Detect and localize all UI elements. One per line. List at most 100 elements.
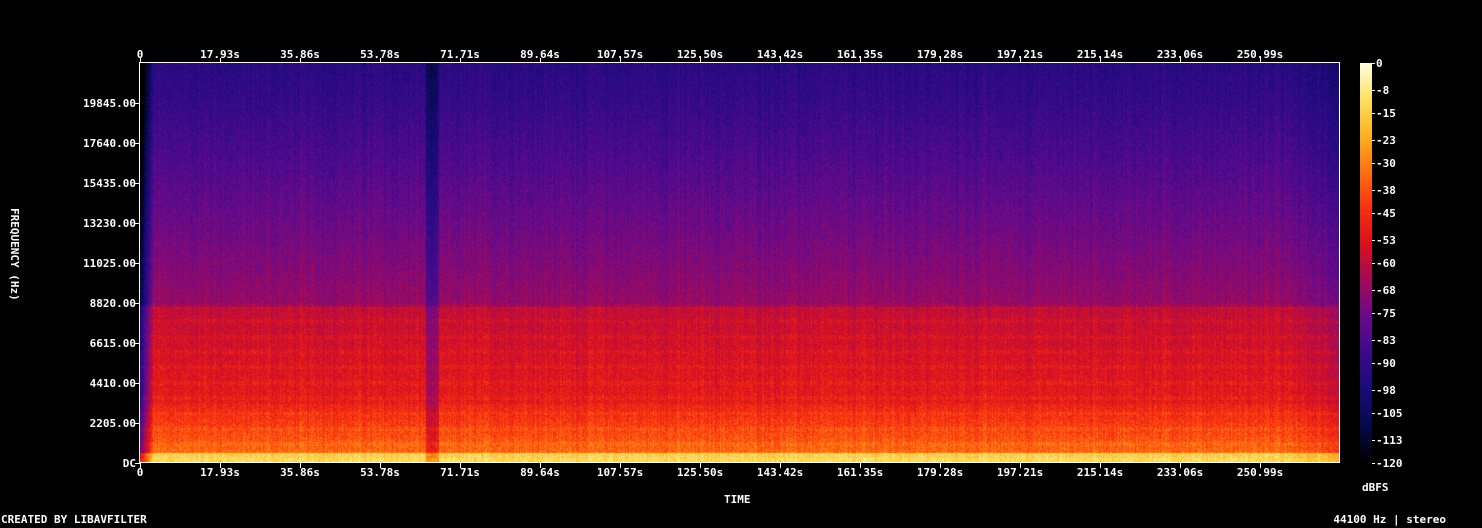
colorbar-tick-mark xyxy=(1372,263,1375,264)
colorbar-tick-mark xyxy=(1372,463,1375,464)
y-tick-label: 11025.00 xyxy=(83,257,136,270)
y-tick-label: 2205.00 xyxy=(89,417,136,430)
x-tick-mark-top xyxy=(540,58,541,63)
x-tick-mark-top xyxy=(220,58,221,63)
y-tick-label: 4410.00 xyxy=(89,377,136,390)
y-tick-label: 17640.00 xyxy=(83,137,136,150)
y-tick-mark xyxy=(135,103,140,104)
colorbar-tick-mark xyxy=(1372,313,1375,314)
colorbar-tick-mark xyxy=(1372,63,1375,64)
x-tick-label-bottom: 161.35s xyxy=(836,466,884,479)
colorbar-tick-label: -113 xyxy=(1376,433,1403,447)
x-tick-label-bottom: 250.99s xyxy=(1236,466,1284,479)
colorbar-tick-label: -68 xyxy=(1376,283,1396,297)
colorbar-tick-mark xyxy=(1372,363,1375,364)
colorbar-tick-label: -83 xyxy=(1376,333,1396,347)
colorbar-tick-label: -60 xyxy=(1376,257,1396,270)
colorbar-tick-mark xyxy=(1372,190,1375,191)
colorbar-tick-mark xyxy=(1372,240,1375,241)
y-tick-mark xyxy=(135,423,140,424)
x-tick-mark-top xyxy=(1020,58,1021,63)
colorbar-tick-mark xyxy=(1372,440,1375,441)
x-tick-mark-top xyxy=(300,58,301,63)
y-tick-label: 15435.00 xyxy=(83,177,136,190)
colorbar-tick-label: -38 xyxy=(1376,183,1396,197)
colorbar-tick-label: -15 xyxy=(1376,107,1396,120)
x-tick-mark-top xyxy=(140,58,141,63)
x-tick-label-bottom: 0 xyxy=(136,466,144,479)
y-tick-label: DC xyxy=(122,457,136,470)
y-axis-label: FREQUENCY (Hz) xyxy=(8,208,21,301)
colorbar-tick-mark xyxy=(1372,163,1375,164)
x-tick-mark-top xyxy=(1260,58,1261,63)
x-tick-label-bottom: 89.64s xyxy=(520,466,560,479)
x-tick-mark-top xyxy=(1180,58,1181,63)
colorbar-tick-label: -53 xyxy=(1376,233,1396,247)
y-tick-label: 13230.00 xyxy=(83,217,136,230)
x-tick-mark-bottom xyxy=(700,463,701,468)
x-tick-label-bottom: 125.50s xyxy=(676,466,724,479)
y-tick-label: 8820.00 xyxy=(89,297,136,310)
x-tick-mark-bottom xyxy=(860,463,861,468)
y-tick-mark xyxy=(135,383,140,384)
spectrogram-plot-area xyxy=(140,63,1340,463)
x-tick-mark-bottom xyxy=(620,463,621,468)
x-tick-mark-bottom xyxy=(460,463,461,468)
x-tick-mark-top xyxy=(700,58,701,63)
x-tick-mark-bottom xyxy=(780,463,781,468)
x-tick-mark-bottom xyxy=(220,463,221,468)
colorbar-tick-label: -8 xyxy=(1376,83,1390,97)
x-tick-mark-top xyxy=(860,58,861,63)
colorbar-tick-mark xyxy=(1372,390,1375,391)
x-tick-mark-bottom xyxy=(300,463,301,468)
x-tick-label-bottom: 71.71s xyxy=(440,466,480,479)
x-tick-mark-top xyxy=(1100,58,1101,63)
x-tick-label-bottom: 143.42s xyxy=(756,466,804,479)
x-tick-label-bottom: 215.14s xyxy=(1076,466,1124,479)
y-tick-label: 19845.00 xyxy=(83,97,136,110)
y-tick-mark xyxy=(135,343,140,344)
x-tick-mark-bottom xyxy=(1100,463,1101,468)
colorbar-tick-label: -98 xyxy=(1376,383,1396,397)
colorbar-tick-mark xyxy=(1372,90,1375,91)
colorbar xyxy=(1360,63,1372,463)
x-tick-label-bottom: 35.86s xyxy=(280,466,320,479)
x-tick-mark-top xyxy=(940,58,941,63)
x-tick-label-bottom: 53.78s xyxy=(360,466,400,479)
footer-credit: CREATED BY LIBAVFILTER xyxy=(1,513,147,526)
x-tick-mark-top xyxy=(780,58,781,63)
colorbar-tick-label: -90 xyxy=(1376,357,1396,370)
colorbar-tick-mark xyxy=(1372,213,1375,214)
x-tick-mark-bottom xyxy=(1020,463,1021,468)
x-tick-mark-bottom xyxy=(140,463,141,468)
x-tick-label-bottom: 17.93s xyxy=(200,466,240,479)
colorbar-tick-label: -105 xyxy=(1376,407,1403,420)
y-tick-mark xyxy=(135,263,140,264)
colorbar-tick-label: -75 xyxy=(1376,307,1396,320)
x-tick-label-bottom: 107.57s xyxy=(596,466,644,479)
colorbar-tick-label: 0 xyxy=(1376,57,1383,70)
y-tick-mark xyxy=(135,183,140,184)
colorbar-tick-mark xyxy=(1372,413,1375,414)
x-tick-mark-bottom xyxy=(940,463,941,468)
colorbar-tick-mark xyxy=(1372,340,1375,341)
y-tick-mark xyxy=(135,223,140,224)
y-tick-label: 6615.00 xyxy=(89,337,136,350)
x-tick-mark-bottom xyxy=(380,463,381,468)
y-tick-mark xyxy=(135,463,140,464)
x-tick-mark-bottom xyxy=(540,463,541,468)
colorbar-tick-mark xyxy=(1372,290,1375,291)
x-tick-mark-bottom xyxy=(1260,463,1261,468)
x-tick-mark-top xyxy=(460,58,461,63)
x-tick-label-bottom: 179.28s xyxy=(916,466,964,479)
colorbar-label: dBFS xyxy=(1362,481,1389,494)
colorbar-tick-mark xyxy=(1372,140,1375,141)
colorbar-tick-label: -120 xyxy=(1376,457,1403,470)
x-tick-label-bottom: 197.21s xyxy=(996,466,1044,479)
x-axis-label: TIME xyxy=(724,493,751,506)
x-tick-mark-top xyxy=(620,58,621,63)
x-tick-label-bottom: 233.06s xyxy=(1156,466,1204,479)
y-tick-mark xyxy=(135,303,140,304)
colorbar-tick-label: -23 xyxy=(1376,133,1396,147)
colorbar-tick-mark xyxy=(1372,113,1375,114)
